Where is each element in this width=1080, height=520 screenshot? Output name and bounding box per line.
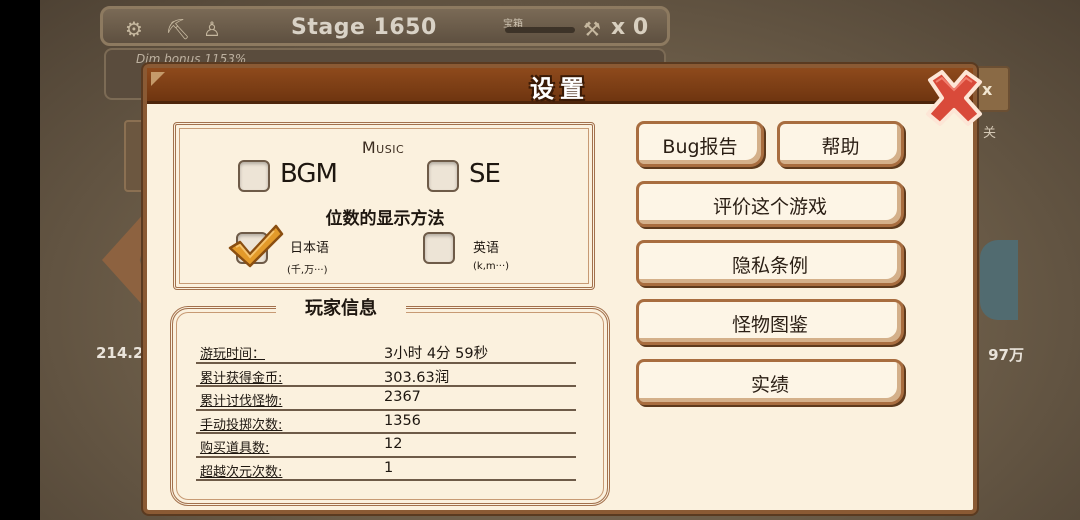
right-orb-icon <box>980 240 1018 320</box>
character-icon: ♙ <box>203 17 221 41</box>
info-value: 1 <box>384 459 394 476</box>
left-value: 214.2 <box>96 344 144 362</box>
info-label: 手动投掷次数: <box>200 417 283 433</box>
top-status-bar: ⚙ ⛏ ♙ Stage 1650 宝箱 ⚒ x 0 <box>100 6 670 46</box>
right-value: 97万 <box>988 346 1024 364</box>
info-value: 2367 <box>384 389 421 405</box>
se-label: SE <box>469 159 501 189</box>
se-checkbox[interactable] <box>427 160 459 192</box>
info-value: 12 <box>384 436 403 452</box>
dialog-header: 设置 <box>147 68 973 104</box>
rate-game-button[interactable]: 评价这个游戏 <box>636 181 904 227</box>
pickaxe-icon: ⛏ <box>165 17 191 41</box>
info-label: 游玩时间： <box>200 347 266 362</box>
achievements-label: 实绩 <box>750 374 789 396</box>
close-button[interactable] <box>922 68 986 128</box>
info-value: 303.63润 <box>384 369 450 386</box>
english-checkbox[interactable] <box>423 232 455 264</box>
english-option-sub: (k,m···) <box>473 261 510 272</box>
info-label: 购买道具数: <box>200 441 270 456</box>
info-row-dimension: 超越次元次数: 1 <box>196 458 576 481</box>
monster-book-label: 怪物图鉴 <box>731 314 808 336</box>
music-label: Music <box>361 138 405 157</box>
bug-report-label: Bug报告 <box>662 136 738 158</box>
info-label: 累计获得金币: <box>200 370 283 386</box>
achievements-button[interactable]: 实绩 <box>636 359 904 405</box>
help-label: 帮助 <box>821 136 860 158</box>
info-row-throws: 手动投掷次数: 1356 <box>196 411 576 434</box>
checkmark-icon <box>228 224 284 268</box>
english-option-label: 英语 <box>473 241 500 256</box>
treasure-progress-bar <box>505 27 575 33</box>
player-info-title: 玩家信息 <box>276 294 406 320</box>
rate-game-label: 评价这个游戏 <box>712 196 827 218</box>
info-label: 累计讨伐怪物: <box>200 394 283 409</box>
info-value: 1356 <box>384 412 421 429</box>
digit-display-title: 位数的显示方法 <box>325 209 445 229</box>
bgm-checkbox[interactable] <box>238 160 270 192</box>
gear-icon: ⚙ <box>125 17 143 41</box>
japanese-option-label: 日本语 <box>290 241 330 256</box>
japanese-option-sub: (千,万···) <box>287 265 328 276</box>
info-value: 3小时 4分 59秒 <box>384 346 489 362</box>
player-info-list: 游玩时间： 3小时 4分 59秒 累计获得金币: 303.63润 累计讨伐怪物:… <box>196 340 576 481</box>
help-button[interactable]: 帮助 <box>777 121 904 167</box>
info-row-playtime: 游玩时间： 3小时 4分 59秒 <box>196 340 576 364</box>
close-icon <box>926 70 982 126</box>
info-row-items: 购买道具数: 12 <box>196 434 576 458</box>
info-row-monsters: 累计讨伐怪物: 2367 <box>196 387 576 411</box>
info-row-gold: 累计获得金币: 303.63润 <box>196 364 576 387</box>
dialog-title: 设置 <box>530 75 590 103</box>
bug-report-button[interactable]: Bug报告 <box>636 121 764 167</box>
info-label: 超越次元次数: <box>200 464 283 480</box>
stage-label: Stage 1650 <box>291 15 437 40</box>
bgm-label: BGM <box>280 159 338 189</box>
privacy-policy-label: 隐私条例 <box>731 255 808 277</box>
monster-book-button[interactable]: 怪物图鉴 <box>636 299 904 345</box>
privacy-policy-button[interactable]: 隐私条例 <box>636 240 904 286</box>
crossed-tools-icon: ⚒ <box>583 17 601 41</box>
multiplier-label: x 0 <box>611 15 649 40</box>
